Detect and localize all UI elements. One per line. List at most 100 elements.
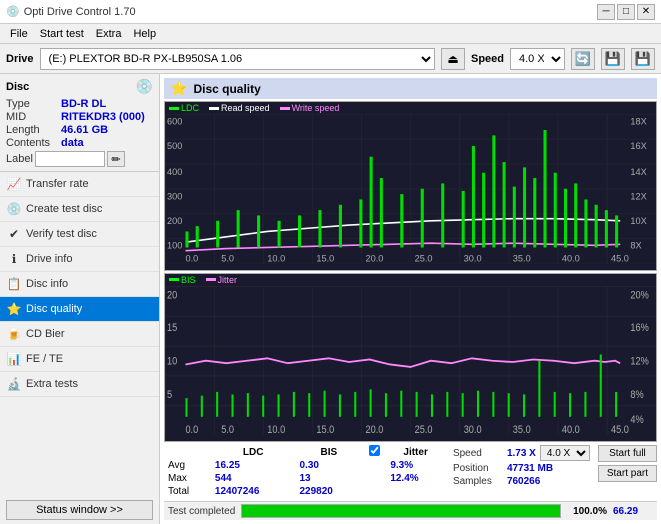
- col-jitter-check[interactable]: [362, 445, 386, 459]
- charts-area: LDC Read speed Write speed: [164, 101, 657, 442]
- speed-row: Speed 1.73 X 4.0 X: [453, 445, 590, 461]
- disc-type-row: Type BD-R DL: [6, 98, 153, 110]
- write-speed-legend: Write speed: [280, 103, 340, 113]
- disc-icon[interactable]: 💿: [136, 78, 153, 95]
- svg-text:12X: 12X: [630, 190, 647, 201]
- chart1-svg: 600 500 400 300 200 100 18X 16X 14X 12X …: [165, 114, 656, 264]
- fe-te-icon: 📊: [6, 351, 22, 367]
- jitter-checkbox[interactable]: [369, 445, 380, 456]
- start-part-button[interactable]: Start part: [598, 465, 657, 482]
- start-full-button[interactable]: Start full: [598, 445, 657, 462]
- svg-text:15.0: 15.0: [316, 424, 334, 435]
- label-edit-button[interactable]: ✏: [107, 151, 125, 167]
- chart2-svg: 20 15 10 5 20% 16% 12% 8% 4% 0.0 5.0 10.…: [165, 286, 656, 436]
- stats-area: LDC BIS Jitter Avg 16.25 0.30: [164, 445, 657, 498]
- nav-verify-test-label: Verify test disc: [26, 228, 97, 240]
- svg-text:0.0: 0.0: [185, 252, 198, 263]
- total-label: Total: [164, 485, 211, 498]
- menu-help[interactable]: Help: [127, 27, 162, 41]
- svg-text:20.0: 20.0: [365, 424, 383, 435]
- bis-legend: BIS: [169, 275, 196, 285]
- disc-header: Disc 💿: [6, 78, 153, 95]
- svg-text:35.0: 35.0: [513, 424, 531, 435]
- menu-file[interactable]: File: [4, 27, 34, 41]
- burn-button[interactable]: 💾: [601, 48, 625, 70]
- svg-text:400: 400: [167, 166, 182, 177]
- titlebar: 💿 Opti Drive Control 1.70 ─ □ ✕: [0, 0, 661, 24]
- nav-transfer-rate[interactable]: 📈 Transfer rate: [0, 172, 159, 197]
- speed-select[interactable]: 4.0 X: [510, 48, 565, 70]
- svg-text:10.0: 10.0: [267, 252, 285, 263]
- right-panel: ⭐ Disc quality LDC Read speed: [160, 74, 661, 524]
- svg-text:40.0: 40.0: [562, 424, 580, 435]
- nav-extra-tests[interactable]: 🔬 Extra tests: [0, 372, 159, 397]
- maximize-button[interactable]: □: [617, 4, 635, 20]
- svg-text:16%: 16%: [630, 322, 648, 334]
- save-button[interactable]: 💾: [631, 48, 655, 70]
- svg-text:10X: 10X: [630, 215, 647, 226]
- max-jitter: 12.4%: [386, 472, 445, 485]
- progress-bar-outer: [241, 504, 561, 518]
- minimize-button[interactable]: ─: [597, 4, 615, 20]
- svg-text:25.0: 25.0: [415, 424, 433, 435]
- svg-text:500: 500: [167, 140, 182, 151]
- col-jitter: Jitter: [386, 445, 445, 459]
- samples-value: 760266: [507, 476, 540, 487]
- svg-text:8%: 8%: [630, 389, 643, 401]
- quality-header: ⭐ Disc quality: [164, 78, 657, 99]
- disc-length-row: Length 46.61 GB: [6, 124, 153, 136]
- svg-text:600: 600: [167, 115, 182, 126]
- create-test-icon: 💿: [6, 201, 22, 217]
- svg-text:40.0: 40.0: [562, 252, 580, 263]
- position-row: Position 47731 MB: [453, 463, 590, 474]
- nav-drive-info[interactable]: ℹ Drive info: [0, 247, 159, 272]
- total-row: Total 12407246 229820: [164, 485, 445, 498]
- menu-start-test[interactable]: Start test: [34, 27, 90, 41]
- verify-test-icon: ✔: [6, 226, 22, 242]
- label-input[interactable]: [35, 151, 105, 167]
- cd-bier-icon: 🍺: [6, 326, 22, 342]
- speed-info-select[interactable]: 4.0 X: [540, 445, 590, 461]
- svg-text:100: 100: [167, 239, 182, 250]
- avg-ldc: 16.25: [211, 459, 296, 472]
- eject-button[interactable]: ⏏: [441, 48, 465, 70]
- svg-text:10: 10: [167, 355, 178, 367]
- nav-disc-quality[interactable]: ⭐ Disc quality: [0, 297, 159, 322]
- nav-cd-bier[interactable]: 🍺 CD Bier: [0, 322, 159, 347]
- quality-icon: ⭐: [170, 80, 187, 97]
- drivebar: Drive (E:) PLEXTOR BD-R PX-LB950SA 1.06 …: [0, 44, 661, 74]
- avg-jitter: 9.3%: [386, 459, 445, 472]
- svg-text:20.0: 20.0: [365, 252, 383, 263]
- max-bis: 13: [296, 472, 363, 485]
- menu-extra[interactable]: Extra: [90, 27, 128, 41]
- stats-table: LDC BIS Jitter Avg 16.25 0.30: [164, 445, 445, 498]
- nav-transfer-rate-label: Transfer rate: [26, 178, 89, 190]
- disc-label-row: Label ✏: [6, 151, 153, 167]
- close-button[interactable]: ✕: [637, 4, 655, 20]
- drive-select[interactable]: (E:) PLEXTOR BD-R PX-LB950SA 1.06: [40, 48, 435, 70]
- svg-text:35.0: 35.0: [513, 252, 531, 263]
- nav-create-test[interactable]: 💿 Create test disc: [0, 197, 159, 222]
- avg-bis: 0.30: [296, 459, 363, 472]
- svg-text:4%: 4%: [630, 414, 643, 426]
- transfer-rate-icon: 📈: [6, 176, 22, 192]
- col-ldc: LDC: [211, 445, 296, 459]
- nav-disc-info[interactable]: 📋 Disc info: [0, 272, 159, 297]
- app-title: Opti Drive Control 1.70: [24, 6, 136, 18]
- disc-title: Disc: [6, 81, 29, 93]
- svg-text:25.0: 25.0: [415, 252, 433, 263]
- svg-text:200: 200: [167, 215, 182, 226]
- svg-text:5.0: 5.0: [221, 424, 234, 435]
- max-label: Max: [164, 472, 211, 485]
- nav-verify-test[interactable]: ✔ Verify test disc: [0, 222, 159, 247]
- speed-info-label: Speed: [453, 448, 503, 459]
- nav-create-test-label: Create test disc: [26, 203, 102, 215]
- max-row: Max 544 13 12.4%: [164, 472, 445, 485]
- nav-cd-bier-label: CD Bier: [26, 328, 65, 340]
- nav-fe-te[interactable]: 📊 FE / TE: [0, 347, 159, 372]
- menubar: File Start test Extra Help: [0, 24, 661, 44]
- refresh-button[interactable]: 🔄: [571, 48, 595, 70]
- svg-text:12%: 12%: [630, 355, 648, 367]
- progress-extra: 66.29: [613, 506, 653, 517]
- status-window-button[interactable]: Status window >>: [6, 500, 153, 520]
